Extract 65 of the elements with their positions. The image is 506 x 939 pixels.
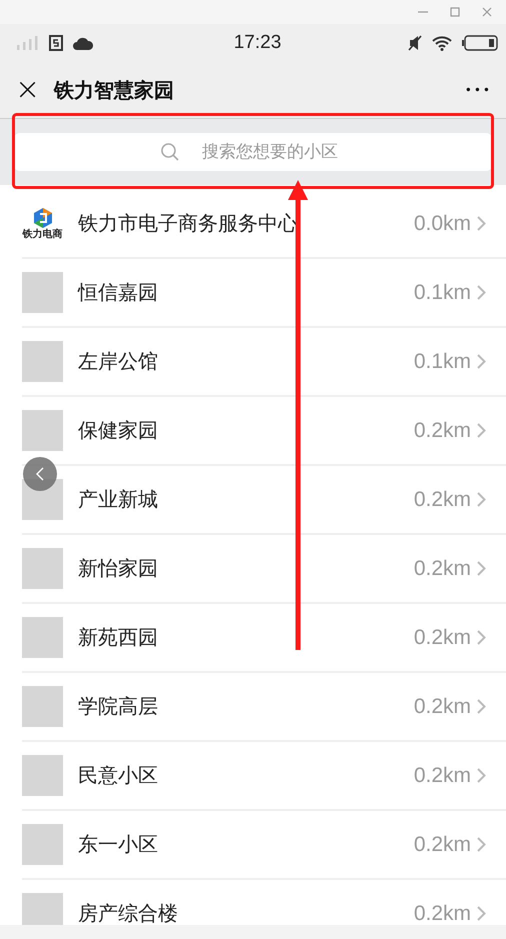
wifi-icon — [432, 35, 452, 51]
search-field[interactable]: 搜索您想要的小区 — [14, 133, 492, 171]
distance-label: 0.2km — [414, 832, 471, 856]
distance-label: 0.2km — [414, 694, 471, 718]
community-name: 学院高层 — [78, 693, 159, 720]
distance-label: 0.1km — [414, 350, 471, 374]
page-title: 铁力智慧家园 — [54, 76, 176, 104]
distance-label: 0.1km — [414, 280, 471, 304]
community-item[interactable]: 民意小区 0.2km — [22, 742, 506, 811]
chevron-icon — [477, 699, 486, 714]
back-button[interactable] — [23, 457, 57, 491]
community-name: 新怡家园 — [78, 555, 159, 582]
community-item[interactable]: 左岸公馆 0.1km — [22, 328, 506, 397]
community-item[interactable]: 新怡家园 0.2km — [22, 535, 506, 604]
thumbnail-placeholder — [22, 410, 63, 451]
community-item[interactable]: 保健家园 0.2km — [22, 397, 506, 466]
mute-icon — [408, 35, 422, 51]
chevron-icon — [477, 630, 486, 645]
community-item[interactable]: 学院高层 0.2km — [22, 673, 506, 742]
distance-label: 0.2km — [414, 488, 471, 512]
community-item[interactable]: 恒信嘉园 0.1km — [22, 259, 506, 328]
battery-icon — [462, 35, 498, 51]
chevron-icon — [477, 354, 486, 369]
more-button[interactable]: ••• — [464, 83, 492, 97]
thumbnail-placeholder — [22, 341, 63, 382]
chevron-left-icon — [35, 466, 45, 482]
distance-label: 0.0km — [414, 212, 471, 236]
distance-label: 0.2km — [414, 902, 471, 925]
chevron-icon — [477, 906, 486, 921]
close-icon[interactable] — [481, 6, 493, 18]
chevron-icon — [477, 837, 486, 852]
search-icon — [160, 142, 180, 162]
community-name: 恒信嘉园 — [78, 279, 159, 306]
thumbnail-placeholder — [22, 686, 63, 727]
chevron-icon — [477, 423, 486, 438]
chevron-icon — [477, 216, 486, 231]
distance-label: 0.2km — [414, 764, 471, 788]
community-name: 新苑西园 — [78, 624, 159, 651]
community-name: 民意小区 — [78, 762, 159, 789]
clock-time: 17:23 — [234, 32, 282, 54]
thumbnail-placeholder — [22, 548, 63, 589]
community-name: 产业新城 — [78, 486, 159, 513]
sim-icon — [49, 35, 63, 51]
chevron-icon — [477, 768, 486, 783]
chevron-icon — [477, 285, 486, 300]
community-name: 东一小区 — [78, 831, 159, 858]
distance-label: 0.2km — [414, 418, 471, 442]
community-item[interactable]: 东一小区 0.2km — [22, 811, 506, 880]
chevron-icon — [477, 561, 486, 576]
thumbnail-placeholder — [22, 755, 63, 796]
community-name: 房产综合楼 — [78, 900, 179, 925]
thumbnail-placeholder — [22, 617, 63, 658]
maximize-icon[interactable] — [449, 6, 461, 18]
thumbnail-placeholder — [22, 893, 63, 925]
community-name: 保健家园 — [78, 417, 159, 444]
community-item[interactable]: 新苑西园 0.2km — [22, 604, 506, 673]
close-button[interactable]: × — [15, 75, 40, 105]
thumbnail-placeholder — [22, 824, 63, 865]
signal-icon — [17, 36, 39, 50]
thumbnail-placeholder — [22, 272, 63, 313]
community-name: 左岸公馆 — [78, 348, 159, 375]
distance-label: 0.2km — [414, 626, 471, 650]
cloud-icon — [73, 36, 93, 50]
distance-label: 0.2km — [414, 556, 471, 580]
chevron-icon — [477, 492, 486, 507]
